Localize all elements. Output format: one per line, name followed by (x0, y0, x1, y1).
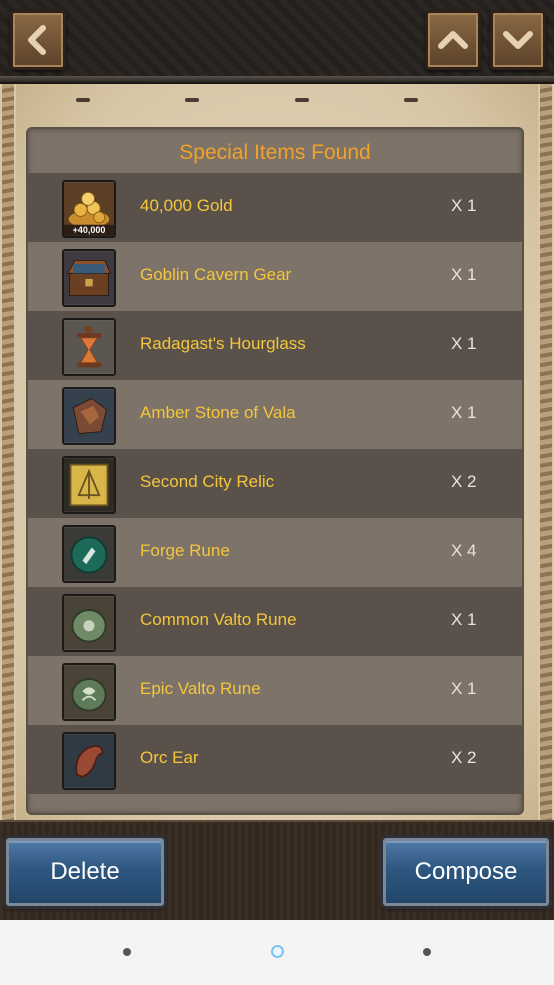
common-valto-rune-icon (62, 594, 116, 652)
nav-recent-icon[interactable] (423, 948, 431, 956)
item-quantity: X 2 (451, 472, 477, 491)
gold-amount-badge: +40,000 (72, 225, 106, 235)
chevron-down-icon (503, 31, 533, 49)
list-item[interactable]: Radagast's Hourglass X 1 (28, 311, 522, 380)
rope-border-right (540, 84, 552, 820)
special-items-panel[interactable]: Special Items Found +40,000 40,000 Gold … (26, 127, 524, 815)
list-item[interactable]: Common Valto Rune X 1 (28, 587, 522, 656)
top-bar (0, 0, 554, 82)
list-item[interactable]: Epic Valto Rune X 1 (28, 656, 522, 725)
treasure-chest-icon (62, 249, 116, 307)
list-item[interactable]: Second City Relic X 2 (28, 449, 522, 518)
item-name: Forge Rune (140, 541, 230, 560)
bottom-action-bar: Delete Compose (0, 820, 554, 920)
panel-title: Special Items Found (179, 141, 371, 164)
amber-stone-icon (62, 387, 116, 445)
nav-back-icon[interactable] (123, 948, 131, 956)
item-name: Radagast's Hourglass (140, 334, 306, 353)
list-item[interactable]: Amber Stone of Vala X 1 (28, 380, 522, 449)
item-name: Common Valto Rune (140, 610, 297, 629)
chevron-up-icon (438, 31, 468, 49)
item-quantity: X 2 (451, 748, 477, 767)
rope-border-left (2, 84, 14, 820)
list-item[interactable]: +40,000 40,000 Gold X 1 (28, 173, 522, 242)
item-quantity: X 1 (451, 334, 477, 353)
item-name: Goblin Cavern Gear (140, 265, 292, 284)
list-item[interactable]: Goblin Cavern Gear X 1 (28, 242, 522, 311)
item-name: Orc Ear (140, 748, 199, 767)
list-item[interactable]: Forge Rune X 4 (28, 518, 522, 587)
forge-rune-icon (62, 525, 116, 583)
gold-coins-icon: +40,000 (62, 180, 116, 238)
item-quantity: X 4 (451, 541, 477, 560)
hourglass-icon (62, 318, 116, 376)
compose-button[interactable]: Compose (380, 835, 552, 909)
system-nav-bar (0, 920, 554, 985)
item-quantity: X 1 (451, 679, 477, 698)
item-name: Epic Valto Rune (140, 679, 261, 698)
item-list[interactable]: +40,000 40,000 Gold X 1 Goblin Cavern Ge… (28, 173, 522, 794)
item-name: 40,000 Gold (140, 196, 233, 215)
item-quantity: X 1 (451, 403, 477, 422)
scroll-down-button[interactable] (490, 10, 546, 70)
relic-tablet-icon (62, 456, 116, 514)
delete-button[interactable]: Delete (3, 835, 167, 909)
item-quantity: X 1 (451, 196, 477, 215)
epic-valto-rune-icon (62, 663, 116, 721)
parchment-decoration (76, 98, 418, 102)
chevron-left-icon (28, 25, 46, 55)
orc-ear-icon (62, 732, 116, 790)
back-button[interactable] (10, 10, 66, 70)
nav-home-icon[interactable] (271, 945, 284, 958)
item-quantity: X 1 (451, 610, 477, 629)
scroll-up-button[interactable] (425, 10, 481, 70)
item-name: Amber Stone of Vala (140, 403, 296, 422)
item-quantity: X 1 (451, 265, 477, 284)
list-item[interactable]: Orc Ear X 2 (28, 725, 522, 794)
item-name: Second City Relic (140, 472, 275, 491)
